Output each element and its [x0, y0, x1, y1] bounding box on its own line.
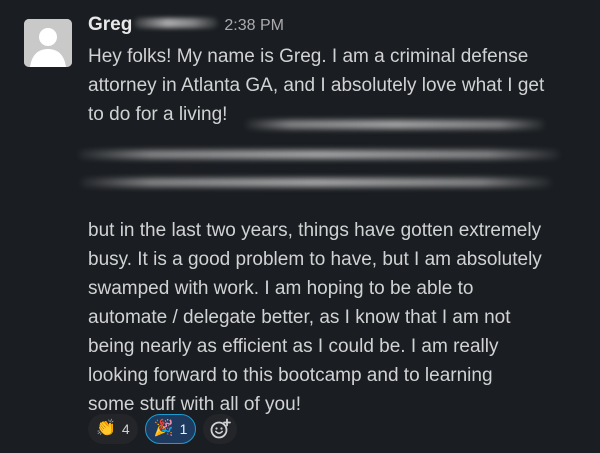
message-line: Hey folks! My name is Greg. I am a crimi… [88, 46, 529, 67]
reaction-clap[interactable]: 👏 4 [88, 414, 138, 444]
avatar[interactable] [24, 19, 72, 67]
timestamp[interactable]: 2:38 PM [224, 17, 284, 35]
add-reaction-button[interactable] [203, 414, 238, 444]
redaction-blur [80, 178, 552, 187]
redaction-blur [245, 120, 545, 129]
message-line: attorney in Atlanta GA, and I absolutely… [88, 75, 545, 96]
message-line: busy. It is a good problem to have, but … [88, 249, 542, 270]
reaction-bar: 👏 4 🎉 1 [88, 414, 238, 444]
sender-name[interactable]: Greg [88, 14, 132, 36]
message-line: being nearly as efficient as I could be.… [88, 336, 499, 357]
redaction-blur [78, 150, 560, 159]
reaction-count: 1 [179, 421, 188, 437]
reaction-count: 4 [121, 421, 130, 437]
default-user-icon [24, 19, 72, 67]
message-header: Greg 2:38 PM [88, 14, 284, 42]
message-line: looking forward to this bootcamp and to … [88, 365, 493, 386]
message-line: but in the last two years, things have g… [88, 220, 542, 241]
message-line: swamped with work. I am hoping to be abl… [88, 278, 474, 299]
reaction-party[interactable]: 🎉 1 [144, 414, 197, 444]
chat-message: Greg 2:38 PM Hey folks! My name is Greg.… [0, 0, 600, 453]
clapping-hands-icon: 👏 [96, 420, 116, 437]
party-popper-icon: 🎉 [153, 420, 174, 437]
message-body: Hey folks! My name is Greg. I am a crimi… [88, 42, 593, 419]
add-reaction-icon [211, 418, 232, 439]
redacted-name [134, 18, 219, 28]
message-line: automate / delegate better, as I know th… [88, 307, 511, 328]
